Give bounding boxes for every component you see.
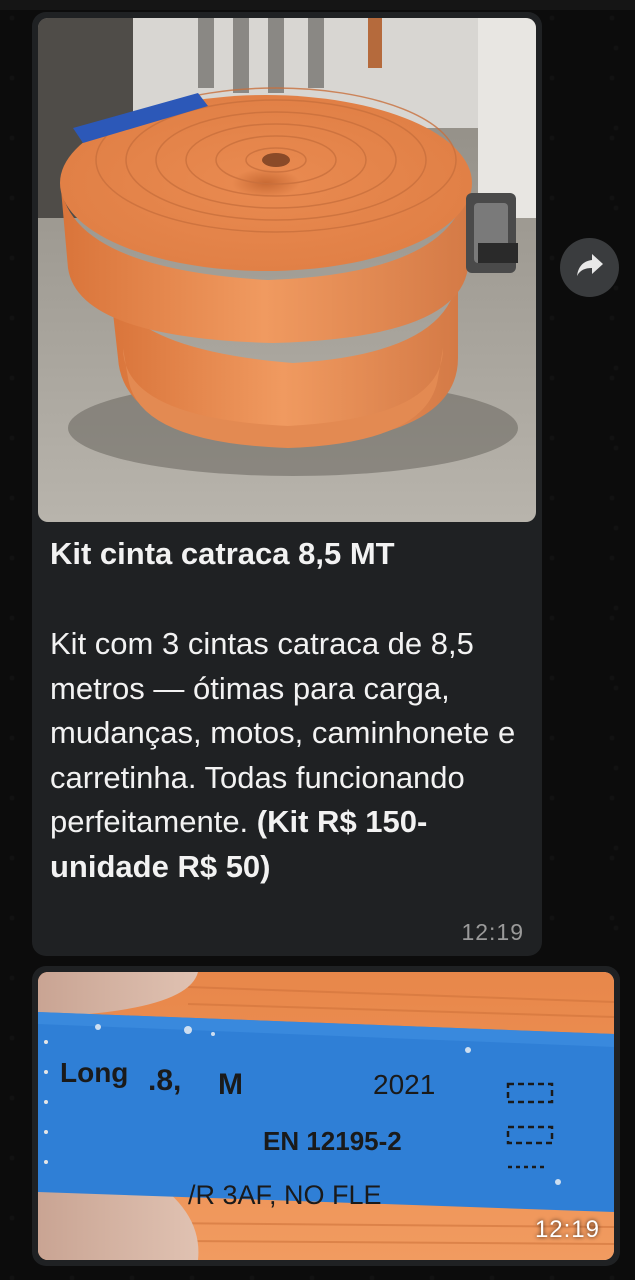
label-standard: EN 12195-2 [263, 1126, 402, 1156]
label-warning: /R 3AF, NO FLE [188, 1180, 382, 1210]
message-caption: Kit cinta catraca 8,5 MT Kit com 3 cinta… [50, 532, 530, 889]
caption-title: Kit cinta catraca 8,5 MT [50, 536, 395, 571]
label-long: Long [60, 1057, 128, 1088]
message-timestamp: 12:19 [534, 1216, 600, 1243]
label-length: .8, [148, 1064, 181, 1097]
label-year: 2021 [373, 1069, 435, 1100]
caption-body: Kit com 3 cintas catraca de 8,5 metros —… [50, 622, 530, 889]
label-unit: M [218, 1068, 243, 1101]
message-photo-strap-label[interactable]: Long .8, M 2021 EN 12195-2 /R 3AF, NO FL… [38, 972, 614, 1260]
message-bubble-photo[interactable]: Long .8, M 2021 EN 12195-2 /R 3AF, NO FL… [32, 966, 620, 1266]
chat-screen: Kit cinta catraca 8,5 MT Kit com 3 cinta… [0, 0, 635, 1280]
forward-button[interactable] [560, 238, 619, 297]
forward-arrow-icon [575, 252, 605, 283]
message-photo-strap-roll[interactable] [38, 18, 536, 522]
top-strip [0, 0, 635, 10]
message-bubble-photo-caption[interactable]: Kit cinta catraca 8,5 MT Kit com 3 cinta… [32, 12, 542, 956]
message-timestamp: 12:19 [461, 919, 524, 945]
